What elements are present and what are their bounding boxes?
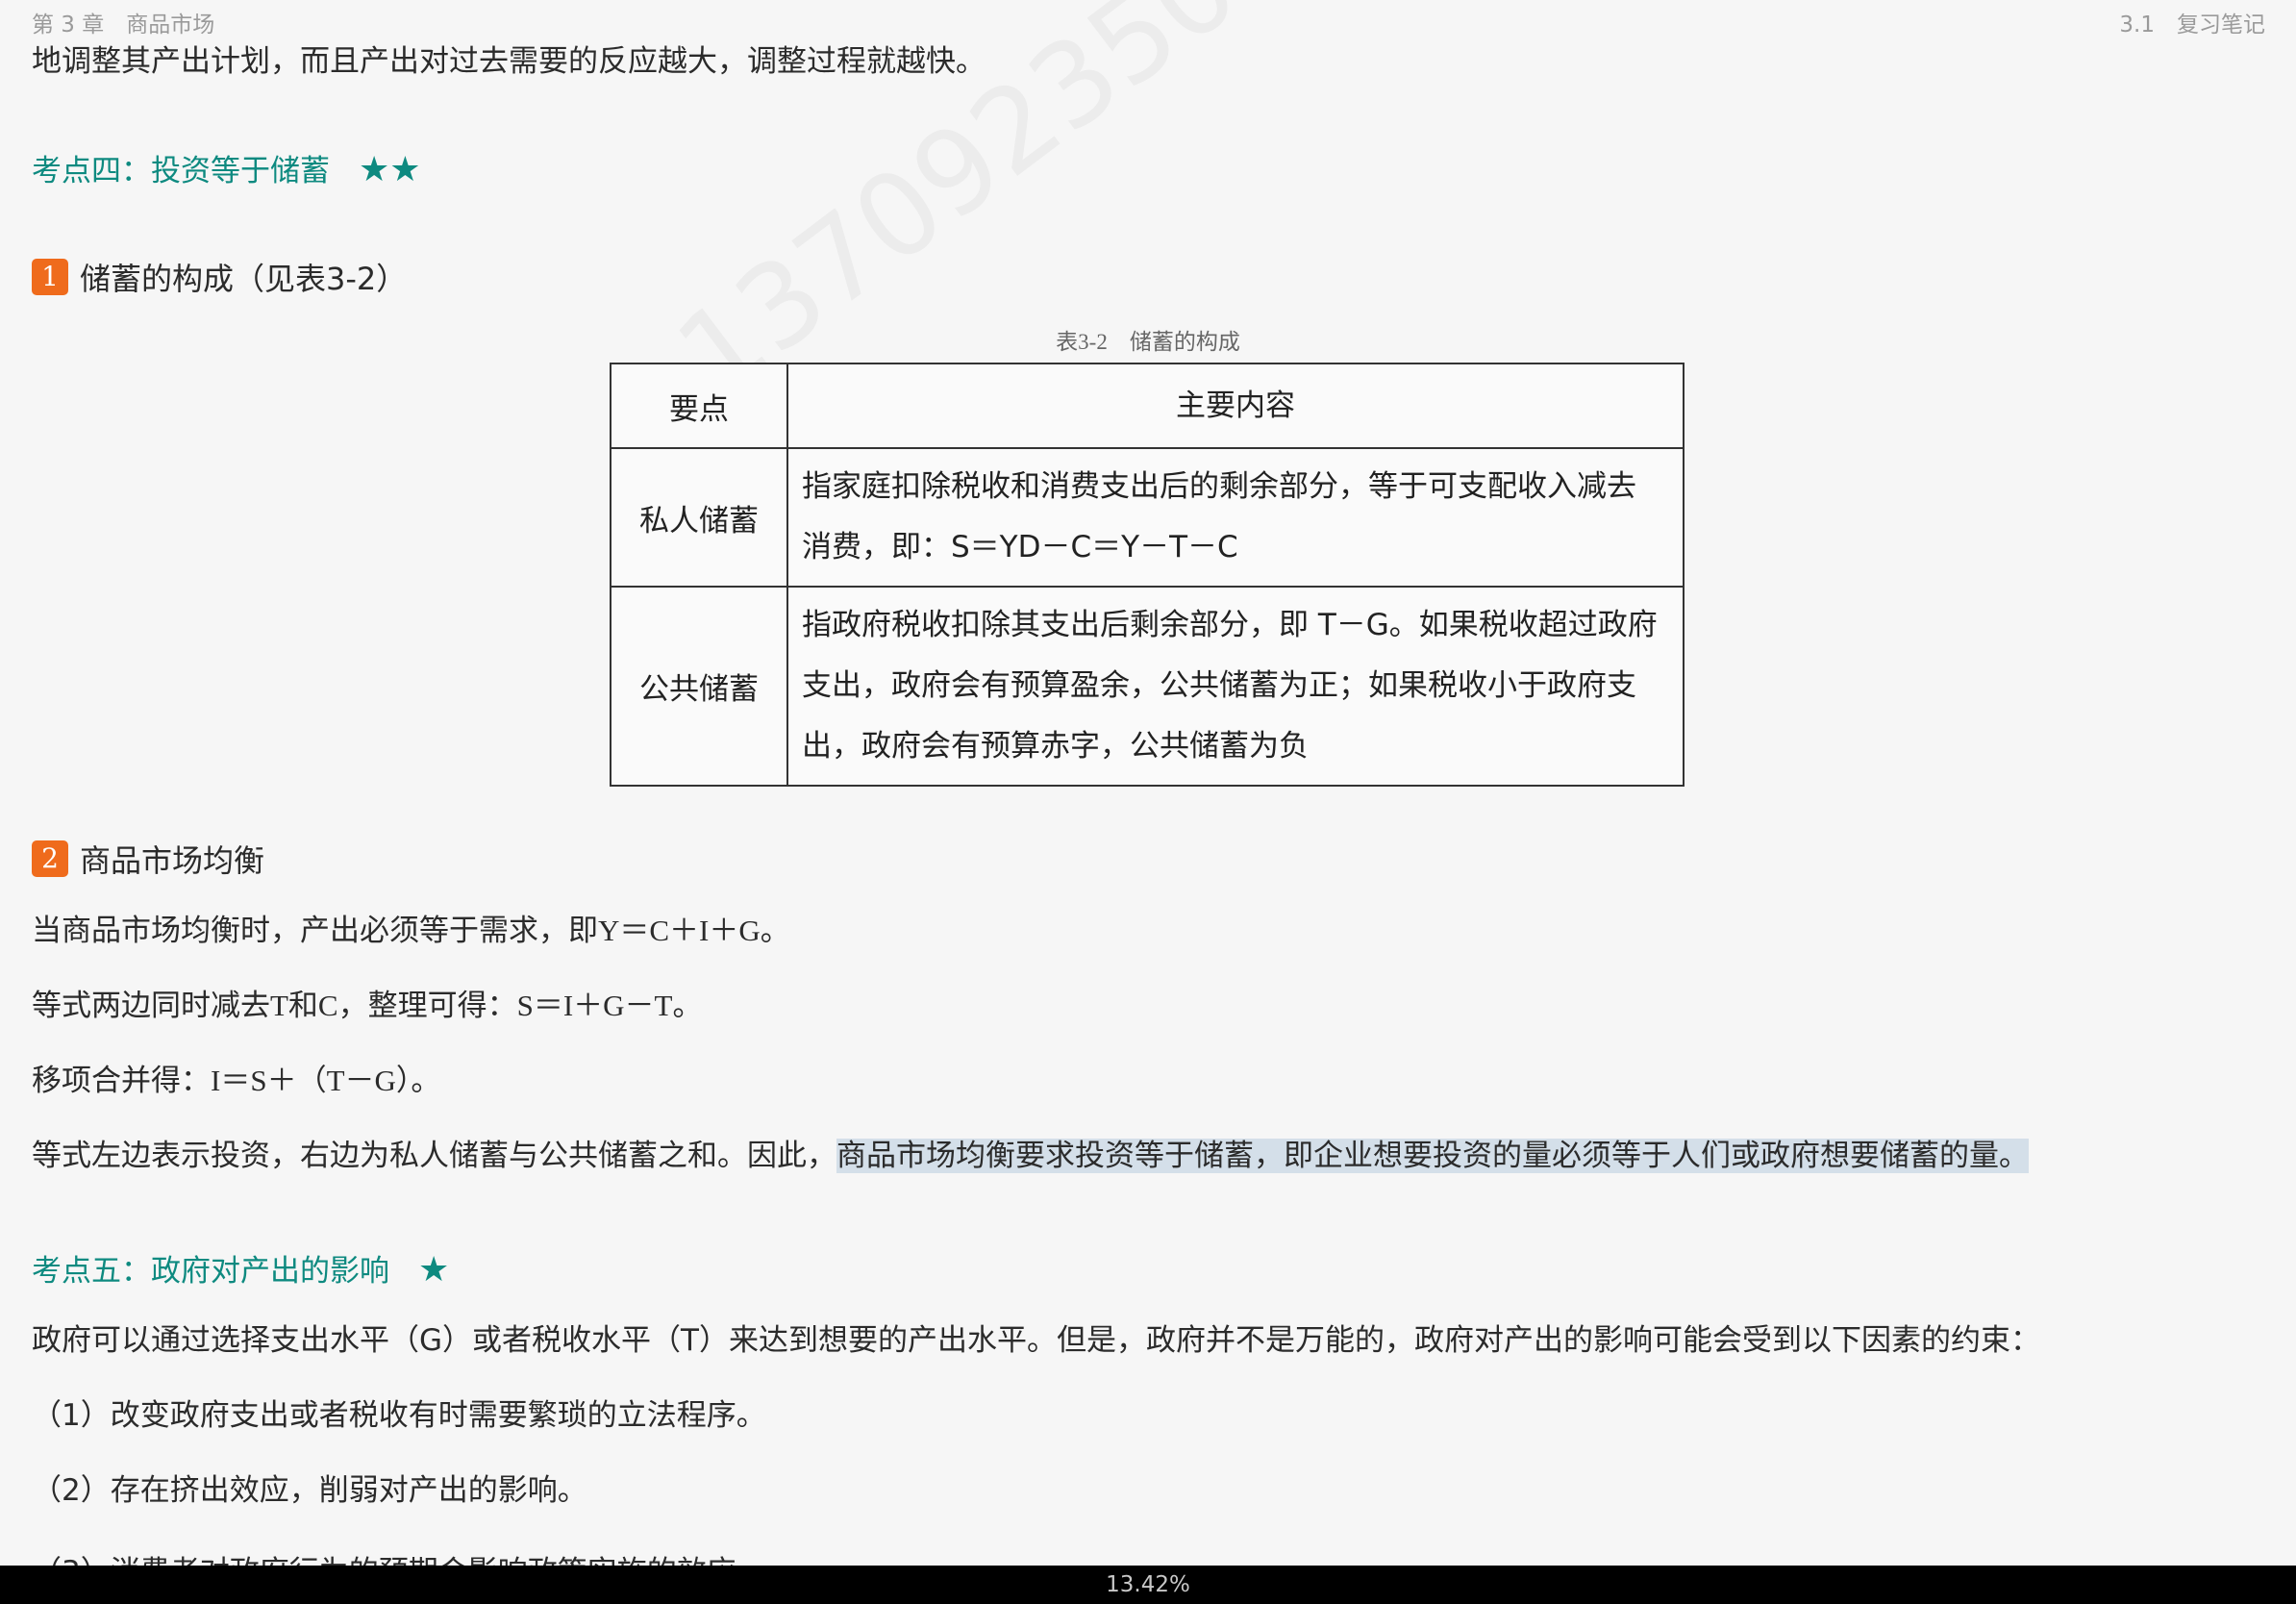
equation-line: 移项合并得：I＝S＋（T－G）。 [32,1064,441,1097]
conclusion-prefix: 等式左边表示投资，右边为私人储蓄与公共储蓄之和。因此， [32,1139,836,1173]
subheading-1-title: 储蓄的构成（见表3-2） [80,261,408,297]
list-item: （2）存在挤出效应，削弱对产出的影响。 [32,1473,587,1508]
table-header: 要点 [610,363,788,449]
content-line: 支出，政府会有预算盈余，公共储蓄为正；如果税收小于政府支 [802,668,1636,703]
table-row: 公共储蓄 指政府税收扣除其支出后剩余部分，即 T－G。如果税收超过政府 支出，政… [610,586,1685,787]
list-item: （1）改变政府支出或者税收有时需要繁琐的立法程序。 [32,1398,766,1433]
number-badge: 1 [32,259,68,295]
content-line: 指政府税收扣除其支出后剩余部分，即 T－G。如果税收超过政府 [802,608,1658,642]
point4-heading: 考点四：投资等于储蓄 ★★ [32,146,421,189]
star-rating: ★ [418,1250,450,1290]
table-row: 私人储蓄 指家庭扣除税收和消费支出后的剩余部分，等于可支配收入减去 消费，即：S… [610,447,1685,588]
content-line: 消费，即：S＝YD－C＝Y－T－C [802,530,1238,564]
table-header-row: 要点 主要内容 [610,363,1685,449]
point5-title: 考点五：政府对产出的影响 [32,1254,389,1289]
subheading-2: 2 商品市场均衡 [32,837,264,881]
content-line: 出，政府会有预算赤字，公共储蓄为负 [802,729,1309,764]
point5-heading: 考点五：政府对产出的影响 ★ [32,1246,449,1290]
reading-progress-bar: 13.42% [0,1566,2296,1604]
table-row-content: 指政府税收扣除其支出后剩余部分，即 T－G。如果税收超过政府 支出，政府会有预算… [786,586,1685,787]
content-line: 指家庭扣除税收和消费支出后的剩余部分，等于可支配收入减去 [802,469,1636,504]
table-header: 主要内容 [786,363,1685,449]
body-text: 政府可以通过选择支出水平（G）或者税收水平（T）来达到想要的产出水平。但是，政府… [32,1323,2040,1358]
progress-percent: 13.42% [1106,1572,1190,1597]
star-rating: ★★ [359,150,421,189]
table-caption: 表3-2 储蓄的构成 [1056,330,1240,354]
table-row-key: 公共储蓄 [610,586,788,787]
chapter-title: 第 3 章 商品市场 [32,13,215,38]
subheading-2-title: 商品市场均衡 [80,842,265,879]
section-title: 3.1 复习笔记 [2119,13,2265,38]
number-badge: 2 [32,840,68,877]
highlighted-text[interactable]: 商品市场均衡要求投资等于储蓄，即企业想要投资的量必须等于人们或政府想要储蓄的量。 [836,1139,2029,1173]
savings-table: 要点 主要内容 私人储蓄 指家庭扣除税收和消费支出后的剩余部分，等于可支配收入减… [610,363,1685,787]
point4-title: 考点四：投资等于储蓄 [32,154,330,188]
table-row-content: 指家庭扣除税收和消费支出后的剩余部分，等于可支配收入减去 消费，即：S＝YD－C… [786,447,1685,588]
equation-line: 当商品市场均衡时，产出必须等于需求，即Y＝C＋I＋G。 [32,914,790,947]
intro-text: 地调整其产出计划，而且产出对过去需要的反应越大，调整过程就越快。 [32,44,986,79]
table-row-key: 私人储蓄 [610,447,788,588]
subheading-1: 1 储蓄的构成（见表3-2） [32,255,407,299]
equation-line: 等式两边同时减去T和C，整理可得：S＝I＋G－T。 [32,989,703,1022]
conclusion-text: 等式左边表示投资，右边为私人储蓄与公共储蓄之和。因此，商品市场均衡要求投资等于储… [32,1137,2029,1175]
